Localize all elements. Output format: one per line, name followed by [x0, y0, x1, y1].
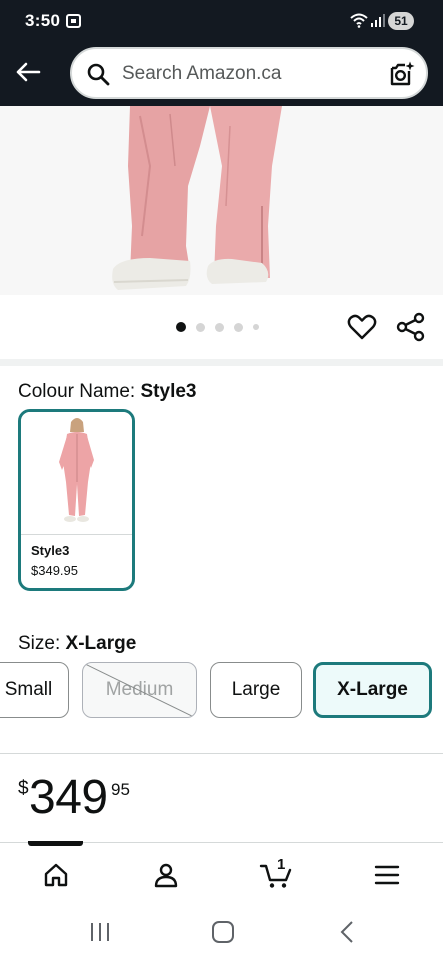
unavailable-strike-icon [83, 663, 196, 717]
system-back-icon[interactable] [338, 920, 356, 944]
screenshot-icon [66, 14, 81, 28]
colour-swatch-style3[interactable]: Style3 $349.95 [18, 409, 135, 591]
price-whole: 349 [29, 771, 108, 824]
size-label: Size: X-Large [18, 633, 136, 655]
nav-home-button[interactable] [36, 855, 76, 895]
size-option-medium[interactable]: Medium [82, 662, 197, 718]
size-option-x-large[interactable]: X-Large [313, 662, 432, 718]
size-label-prefix: Size: [18, 633, 66, 654]
menu-icon [374, 865, 400, 885]
status-bar: 3:50 51 [0, 0, 443, 44]
recent-apps-icon[interactable] [89, 922, 111, 942]
status-time: 3:50 [25, 11, 61, 30]
size-option-label: X-Large [337, 679, 408, 700]
section-divider [0, 753, 443, 754]
search-input[interactable] [122, 61, 372, 87]
colour-name-label: Colour Name: Style3 [18, 381, 196, 403]
size-option-small[interactable]: Small [0, 662, 69, 718]
section-divider [0, 359, 443, 366]
system-navigation-bar [0, 902, 443, 960]
account-icon [154, 863, 178, 888]
price-currency-symbol: $ [18, 778, 29, 799]
share-icon[interactable] [395, 311, 427, 343]
bottom-navigation: 1 [0, 841, 443, 902]
back-arrow-icon [16, 62, 41, 82]
product-photo [0, 106, 443, 295]
wishlist-heart-icon[interactable] [346, 311, 378, 343]
carousel-dot[interactable] [176, 322, 186, 332]
price-fraction: 95 [111, 780, 130, 799]
cart-icon [259, 864, 292, 888]
back-button[interactable] [10, 54, 46, 90]
carousel-dot[interactable] [234, 322, 243, 332]
top-header [0, 44, 443, 106]
colour-selected-value: Style3 [140, 381, 197, 402]
colour-label-prefix: Colour Name: [18, 381, 141, 402]
system-home-icon[interactable] [212, 921, 234, 943]
size-option-label: Small [4, 679, 53, 700]
product-image[interactable] [0, 106, 443, 295]
size-option-label: Large [231, 679, 281, 700]
active-tab-indicator [28, 841, 83, 846]
cart-count-badge: 1 [277, 856, 286, 873]
wifi-icon [350, 13, 368, 28]
signal-icon [371, 14, 385, 27]
size-option-large[interactable]: Large [210, 662, 302, 718]
home-icon [44, 863, 68, 887]
swatch-name: Style3 [31, 543, 70, 558]
carousel-dot[interactable] [253, 324, 259, 330]
battery-icon: 51 [388, 12, 414, 30]
size-selected-value: X-Large [65, 633, 137, 654]
image-carousel-controls [0, 295, 443, 359]
camera-search-icon[interactable] [388, 60, 416, 88]
swatch-thumbnail [21, 412, 132, 533]
swatch-divider [21, 534, 132, 535]
search-icon [87, 63, 110, 86]
carousel-dots[interactable] [176, 322, 259, 332]
carousel-dot[interactable] [196, 322, 205, 332]
search-box[interactable] [70, 47, 428, 99]
swatch-price: $349.95 [31, 563, 78, 578]
nav-cart-button[interactable] [256, 855, 296, 895]
carousel-dot[interactable] [215, 322, 224, 332]
nav-menu-button[interactable] [367, 855, 407, 895]
nav-account-button[interactable] [146, 855, 186, 895]
